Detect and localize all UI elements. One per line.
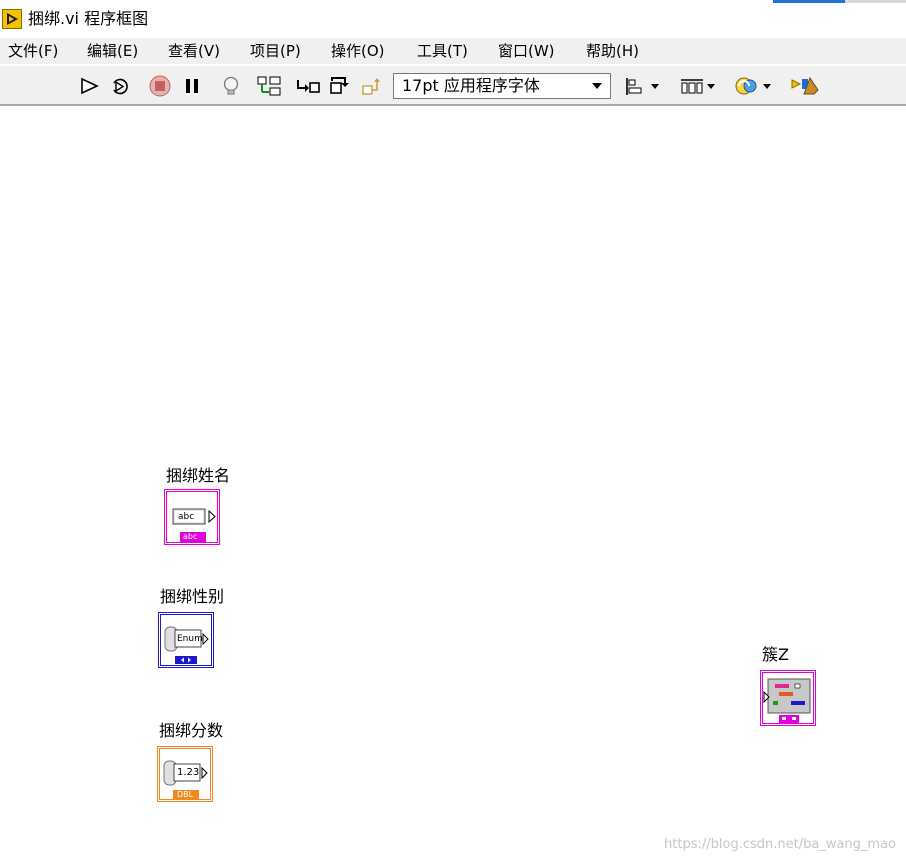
string-control-terminal[interactable]: abc abc bbox=[164, 489, 220, 545]
labview-app-icon bbox=[2, 9, 22, 29]
abort-icon[interactable] bbox=[148, 74, 172, 98]
dbl-type-tag: DBL bbox=[177, 790, 194, 799]
menu-help[interactable]: 帮助(H) bbox=[586, 41, 639, 61]
terminal-label-gender: 捆绑性别 bbox=[160, 587, 225, 606]
retain-wire-values-icon[interactable] bbox=[256, 74, 281, 98]
font-select-value: 17pt 应用程序字体 bbox=[402, 76, 540, 95]
chevron-down-icon[interactable] bbox=[651, 84, 659, 89]
title-bar: 捆绑.vi 程序框图 bbox=[0, 0, 906, 38]
terminal-label-cluster: 簇Z bbox=[762, 645, 789, 664]
dbl-terminal-inner: 1.23 bbox=[177, 767, 200, 778]
step-into-icon[interactable] bbox=[295, 74, 320, 98]
terminal-label-name: 捆绑姓名 bbox=[166, 466, 231, 485]
menu-file[interactable]: 文件(F) bbox=[8, 41, 58, 61]
chevron-down-icon bbox=[592, 83, 602, 89]
step-out-icon bbox=[360, 74, 384, 98]
align-objects-icon[interactable] bbox=[624, 74, 648, 98]
enum-control-terminal[interactable]: Enum bbox=[158, 612, 214, 668]
block-diagram-canvas[interactable] bbox=[0, 106, 906, 860]
terminal-label-score: 捆绑分数 bbox=[159, 721, 224, 740]
step-over-icon[interactable] bbox=[328, 74, 352, 98]
window-title: 捆绑.vi 程序框图 bbox=[28, 9, 149, 28]
menu-tools[interactable]: 工具(T) bbox=[417, 41, 468, 61]
reorder-icon[interactable] bbox=[734, 74, 758, 98]
dbl-control-terminal[interactable]: 1.23 DBL bbox=[157, 746, 213, 802]
menu-edit[interactable]: 编辑(E) bbox=[87, 41, 138, 61]
run-continuously-icon[interactable] bbox=[108, 74, 132, 98]
menu-bar: 文件(F) 编辑(E) 查看(V) 项目(P) 操作(O) 工具(T) 窗口(W… bbox=[0, 38, 906, 64]
distribute-objects-icon[interactable] bbox=[679, 74, 703, 98]
clean-up-diagram-icon[interactable] bbox=[790, 74, 822, 98]
highlight-execution-icon[interactable] bbox=[219, 74, 243, 98]
chevron-down-icon[interactable] bbox=[763, 84, 771, 89]
cluster-indicator-terminal[interactable] bbox=[760, 670, 816, 726]
menu-view[interactable]: 查看(V) bbox=[168, 41, 220, 61]
pause-icon[interactable] bbox=[180, 74, 204, 98]
font-select[interactable]: 17pt 应用程序字体 bbox=[393, 73, 611, 99]
toolbar: 17pt 应用程序字体 bbox=[0, 66, 906, 106]
menu-operate[interactable]: 操作(O) bbox=[331, 41, 385, 61]
menu-window[interactable]: 窗口(W) bbox=[498, 41, 555, 61]
watermark: https://blog.csdn.net/ba_wang_mao bbox=[664, 837, 896, 852]
string-type-tag: abc bbox=[183, 532, 198, 541]
active-tab-indicator bbox=[773, 0, 845, 3]
string-terminal-inner: abc bbox=[178, 512, 195, 522]
chevron-down-icon[interactable] bbox=[707, 84, 715, 89]
tab-indicator bbox=[845, 0, 906, 3]
menu-project[interactable]: 项目(P) bbox=[250, 41, 301, 61]
run-arrow-icon[interactable] bbox=[78, 74, 102, 98]
enum-terminal-inner: Enum bbox=[177, 634, 203, 644]
